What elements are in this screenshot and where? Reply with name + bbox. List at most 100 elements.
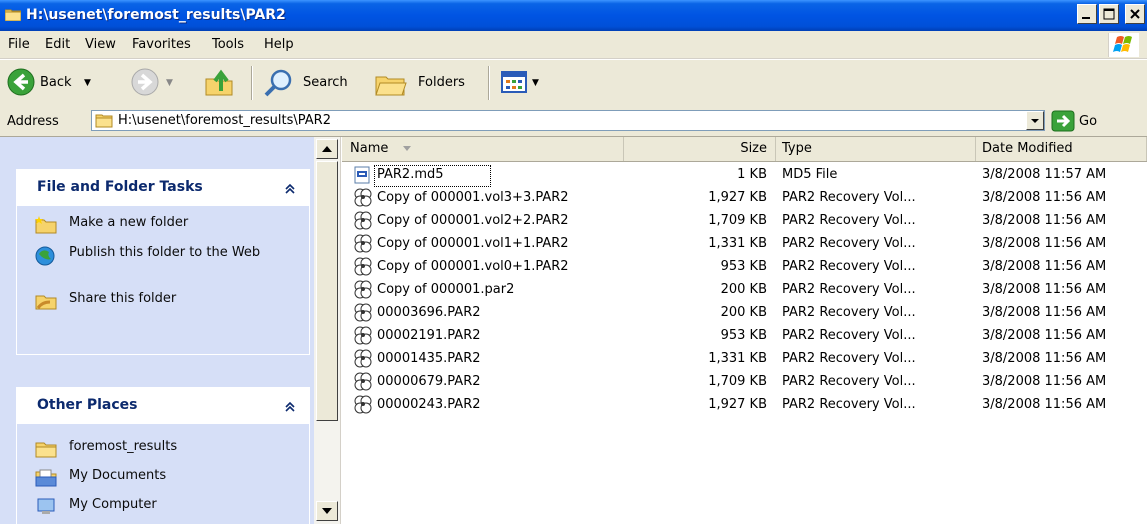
file-folder-tasks-header[interactable]: File and Folder Tasks <box>17 170 309 206</box>
file-list-view[interactable]: Name Size Type Date Modified PAR2.md5 1 … <box>314 137 1147 524</box>
search-icon <box>264 69 292 97</box>
views-dropdown-icon[interactable]: ▼ <box>532 78 539 88</box>
file-name: 00000243.PAR2 <box>377 397 481 412</box>
file-date: 3/8/2008 11:56 AM <box>982 305 1107 320</box>
file-type: PAR2 Recovery Vol... <box>782 305 916 320</box>
column-header-row: Name Size Type Date Modified <box>342 137 1147 162</box>
back-label: Back <box>40 75 72 90</box>
file-size: 953 KB <box>720 259 767 274</box>
file-type: PAR2 Recovery Vol... <box>782 236 916 251</box>
menu-tools[interactable]: Tools <box>212 37 244 52</box>
arrow-down-icon <box>322 508 332 514</box>
file-size: 200 KB <box>720 305 767 320</box>
par2-file-icon <box>354 326 372 345</box>
other-places-body: foremost_results My Documents My Compute… <box>17 424 309 524</box>
chevron-down-icon <box>1031 119 1039 123</box>
column-date-header[interactable]: Date Modified <box>976 137 1147 161</box>
back-dropdown-icon[interactable]: ▼ <box>84 78 91 88</box>
scroll-thumb[interactable] <box>316 161 338 421</box>
file-row[interactable]: 00003696.PAR2 200 KB PAR2 Recovery Vol..… <box>342 302 1147 325</box>
file-date: 3/8/2008 11:56 AM <box>982 213 1107 228</box>
par2-file-icon <box>354 372 372 391</box>
task-pane: File and Folder Tasks Make a new folder <box>0 137 314 524</box>
collapse-chevron-icon[interactable] <box>281 180 299 198</box>
par2-file-icon <box>354 349 372 368</box>
search-label: Search <box>303 75 348 90</box>
file-row[interactable]: Copy of 000001.vol1+1.PAR2 1,331 KB PAR2… <box>342 233 1147 256</box>
collapse-chevron-icon[interactable] <box>281 398 299 416</box>
address-dropdown-button[interactable] <box>1026 111 1044 130</box>
arrow-up-icon <box>322 146 332 152</box>
maximize-icon <box>1103 8 1115 20</box>
windows-logo-icon <box>1108 33 1139 57</box>
forward-button[interactable]: ▼ <box>130 67 180 99</box>
file-row[interactable]: 00000243.PAR2 1,927 KB PAR2 Recovery Vol… <box>342 394 1147 417</box>
maximize-button[interactable] <box>1099 4 1119 24</box>
folders-label: Folders <box>418 75 465 90</box>
file-size: 953 KB <box>720 328 767 343</box>
address-input[interactable]: H:\usenet\foremost_results\PAR2 <box>91 110 1045 131</box>
toolbar-separator <box>488 66 490 100</box>
file-row[interactable]: 00001435.PAR2 1,331 KB PAR2 Recovery Vol… <box>342 348 1147 371</box>
scroll-up-button[interactable] <box>316 139 338 159</box>
file-name: Copy of 000001.vol3+3.PAR2 <box>377 190 569 205</box>
title-bar[interactable]: H:\usenet\foremost_results\PAR2 <box>0 0 1147 31</box>
menu-file[interactable]: File <box>8 37 30 52</box>
file-name: 00000679.PAR2 <box>377 374 481 389</box>
file-date: 3/8/2008 11:56 AM <box>982 328 1107 343</box>
file-row[interactable]: Copy of 000001.vol2+2.PAR2 1,709 KB PAR2… <box>342 210 1147 233</box>
file-name: Copy of 000001.vol2+2.PAR2 <box>377 213 569 228</box>
place-my-documents-label: My Documents <box>69 468 167 483</box>
minimize-icon <box>1082 17 1090 19</box>
file-type: PAR2 Recovery Vol... <box>782 190 916 205</box>
task-share-folder-label: Share this folder <box>69 291 177 306</box>
place-my-computer-label: My Computer <box>69 497 157 512</box>
address-bar: Address H:\usenet\foremost_results\PAR2 … <box>0 106 1147 137</box>
file-date: 3/8/2008 11:57 AM <box>982 167 1107 182</box>
back-button[interactable]: Back ▼ <box>6 67 106 99</box>
file-row[interactable]: 00000679.PAR2 1,709 KB PAR2 Recovery Vol… <box>342 371 1147 394</box>
file-type: PAR2 Recovery Vol... <box>782 213 916 228</box>
forward-dropdown-icon[interactable]: ▼ <box>166 78 173 88</box>
menu-favorites[interactable]: Favorites <box>132 37 191 52</box>
file-name: 00003696.PAR2 <box>377 305 481 320</box>
file-row[interactable]: 00002191.PAR2 953 KB PAR2 Recovery Vol..… <box>342 325 1147 348</box>
column-name-header[interactable]: Name <box>342 137 624 161</box>
up-folder-button[interactable] <box>204 67 240 99</box>
file-size: 200 KB <box>720 282 767 297</box>
file-row[interactable]: Copy of 000001.par2 200 KB PAR2 Recovery… <box>342 279 1147 302</box>
views-icon <box>501 71 527 93</box>
scroll-down-button[interactable] <box>316 501 338 521</box>
folder-icon <box>5 9 21 21</box>
column-size-header[interactable]: Size <box>624 137 776 161</box>
file-type: PAR2 Recovery Vol... <box>782 351 916 366</box>
go-button[interactable]: Go <box>1051 110 1145 132</box>
go-label: Go <box>1079 114 1098 129</box>
menu-help[interactable]: Help <box>264 37 294 52</box>
search-button[interactable]: Search <box>262 67 362 99</box>
task-pane-scrollbar[interactable] <box>314 137 341 524</box>
file-name: Copy of 000001.vol1+1.PAR2 <box>377 236 569 251</box>
par2-file-icon <box>354 257 372 276</box>
file-type: PAR2 Recovery Vol... <box>782 259 916 274</box>
file-name: 00002191.PAR2 <box>377 328 481 343</box>
menu-edit[interactable]: Edit <box>45 37 70 52</box>
close-button[interactable] <box>1125 4 1145 24</box>
window-title: H:\usenet\foremost_results\PAR2 <box>26 7 286 23</box>
file-row[interactable]: Copy of 000001.vol0+1.PAR2 953 KB PAR2 R… <box>342 256 1147 279</box>
folders-button[interactable]: Folders <box>374 67 480 99</box>
other-places-header[interactable]: Other Places <box>17 388 309 424</box>
address-value: H:\usenet\foremost_results\PAR2 <box>118 113 331 128</box>
menu-view[interactable]: View <box>85 37 116 52</box>
file-size: 1,331 KB <box>708 236 767 251</box>
par2-file-icon <box>354 303 372 322</box>
place-foremost-results-label: foremost_results <box>69 439 178 454</box>
column-type-header[interactable]: Type <box>776 137 976 161</box>
file-type: PAR2 Recovery Vol... <box>782 397 916 412</box>
file-row[interactable]: PAR2.md5 1 KB MD5 File 3/8/2008 11:57 AM <box>342 164 1147 187</box>
file-name: Copy of 000001.vol0+1.PAR2 <box>377 259 569 274</box>
minimize-button[interactable] <box>1077 4 1097 24</box>
file-row[interactable]: Copy of 000001.vol3+3.PAR2 1,927 KB PAR2… <box>342 187 1147 210</box>
file-size: 1 KB <box>737 167 767 182</box>
views-button[interactable]: ▼ <box>499 67 553 99</box>
